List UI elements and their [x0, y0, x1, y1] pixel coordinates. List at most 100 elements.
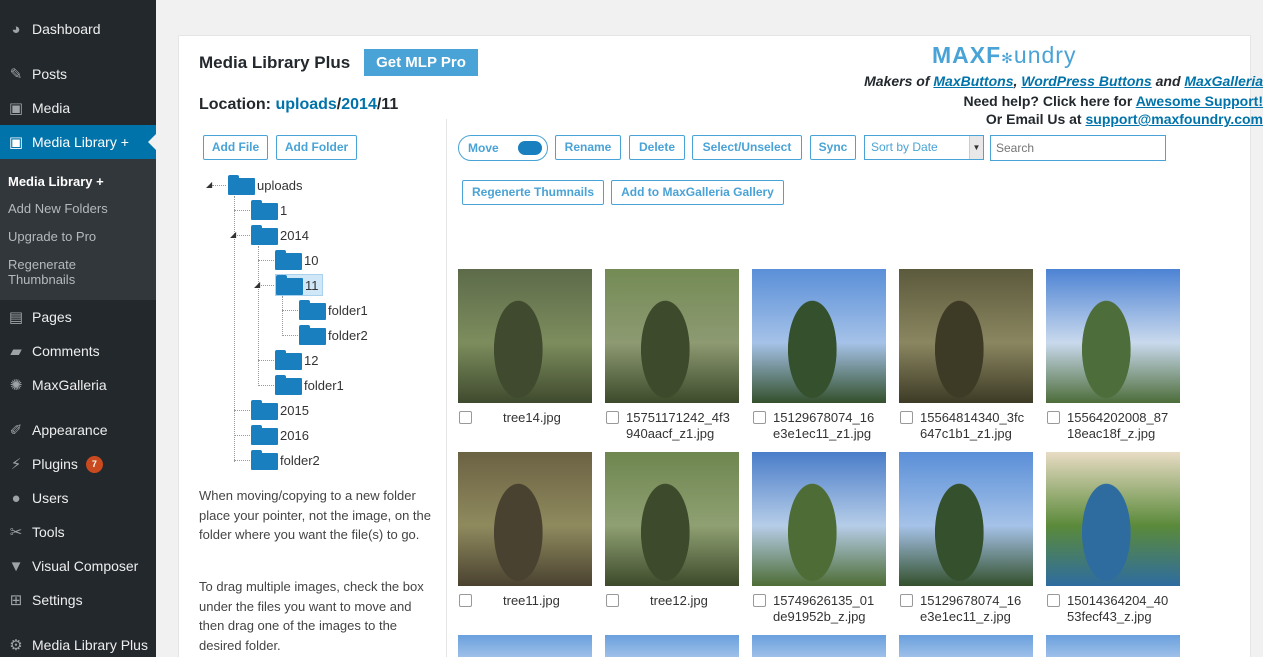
sidebar-item-plugins[interactable]: ⚡ Plugins 7: [0, 447, 156, 481]
image-select-checkbox[interactable]: [753, 411, 766, 424]
tree-folder[interactable]: 2015: [251, 399, 309, 421]
submenu-item[interactable]: Regenerate Thumbnails: [8, 257, 76, 287]
sort-select[interactable]: Sort by Date ▼: [864, 135, 984, 160]
image-select-checkbox[interactable]: [753, 594, 766, 607]
image-thumbnail[interactable]: [899, 269, 1033, 403]
sidebar-item-settings[interactable]: ⊞ Settings: [0, 583, 156, 617]
tree-folder[interactable]: 1: [251, 199, 287, 221]
breadcrumb-uploads[interactable]: uploads: [275, 96, 336, 113]
tree-folder[interactable]: uploads: [228, 174, 303, 196]
support-link[interactable]: Awesome Support!: [1136, 93, 1263, 109]
image-thumbnail[interactable]: [458, 269, 592, 403]
sidebar-item-visual-composer[interactable]: ▼ Visual Composer: [0, 549, 156, 583]
breadcrumb-2014[interactable]: 2014: [341, 96, 377, 113]
move-copy-toggle[interactable]: Move: [458, 135, 548, 161]
tree-folder[interactable]: 10: [275, 249, 318, 271]
image-select-checkbox[interactable]: [1047, 594, 1060, 607]
image-select-checkbox[interactable]: [606, 411, 619, 424]
tree-folder[interactable]: 12: [275, 349, 318, 371]
sidebar-item-appearance[interactable]: ✐ Appearance: [0, 413, 156, 447]
image-thumbnail[interactable]: [1046, 452, 1180, 586]
image-thumbnail[interactable]: [458, 635, 592, 657]
get-pro-button[interactable]: Get MLP Pro: [364, 49, 478, 76]
add-folder-button[interactable]: Add Folder: [276, 135, 357, 160]
tree-folder[interactable]: 11: [275, 274, 323, 296]
tree-folder[interactable]: folder1: [275, 374, 344, 396]
sidebar-item-pages[interactable]: ▤ Pages: [0, 300, 156, 334]
sidebar-item-label: Posts: [32, 66, 68, 82]
regenerate-thumbnails-button[interactable]: Regenerte Thumnails: [462, 180, 604, 205]
tree-connector: [258, 285, 274, 286]
tree-folder[interactable]: folder1: [299, 299, 368, 321]
rename-button[interactable]: Rename: [555, 135, 621, 160]
media-library-icon: ▣: [8, 134, 24, 151]
image-select-checkbox[interactable]: [900, 594, 913, 607]
image-select-checkbox[interactable]: [900, 411, 913, 424]
sidebar-item-media[interactable]: ▣ Media: [0, 91, 156, 125]
image-select-checkbox[interactable]: [606, 594, 619, 607]
folder-icon: [275, 375, 302, 395]
folder-icon: [228, 175, 255, 195]
maxgalleria-icon: ✺: [9, 377, 23, 394]
submenu-item[interactable]: Upgrade to Pro: [8, 229, 96, 244]
sort-select-value: Sort by Date: [871, 140, 938, 154]
sidebar-item-users[interactable]: ● Users: [0, 481, 156, 515]
image-thumbnail[interactable]: [752, 269, 886, 403]
maxgalleria-link[interactable]: MaxGalleria: [1184, 73, 1263, 89]
tree-folder[interactable]: folder2: [251, 449, 320, 471]
tree-folder-label: 2015: [280, 402, 309, 418]
search-input[interactable]: [990, 135, 1166, 161]
tree-folder[interactable]: 2016: [251, 424, 309, 446]
sidebar-item-comments[interactable]: ▰ Comments: [0, 334, 156, 368]
image-thumbnail[interactable]: [605, 635, 739, 657]
image-thumbnail[interactable]: [605, 452, 739, 586]
sidebar-item-media-library-plus[interactable]: ⚙ Media Library Plus: [0, 628, 156, 657]
sidebar-item-dashboard[interactable]: ◕ Dashboard: [0, 12, 156, 46]
image-select-checkbox[interactable]: [459, 594, 472, 607]
expand-arrow-icon[interactable]: ◢: [230, 230, 236, 239]
image-thumbnail[interactable]: [605, 269, 739, 403]
sidebar-item-maxgalleria[interactable]: ✺ MaxGalleria: [0, 368, 156, 402]
dashboard-icon: ◕: [11, 20, 21, 38]
submenu-item[interactable]: Media Library +: [8, 174, 104, 189]
logo-text-rest: undry: [1013, 42, 1077, 68]
pin-icon: ✎: [9, 66, 23, 83]
email-link[interactable]: support@maxfoundry.com: [1085, 111, 1263, 127]
pages-icon: ▤: [8, 309, 24, 326]
move-toggle-label: Move: [468, 141, 499, 155]
expand-arrow-icon[interactable]: ◢: [206, 180, 212, 189]
submenu-item[interactable]: Add New Folders: [8, 201, 108, 216]
sidebar-item-label: Dashboard: [32, 21, 101, 37]
sidebar-item-media-library[interactable]: ▣ Media Library +: [0, 125, 156, 159]
image-thumbnail[interactable]: [899, 452, 1033, 586]
sync-button[interactable]: Sync: [810, 135, 856, 160]
sidebar-item-tools[interactable]: ✂ Tools: [0, 515, 156, 549]
tree-folder[interactable]: folder2: [299, 324, 368, 346]
add-to-gallery-button[interactable]: Add to MaxGalleria Gallery: [611, 180, 784, 205]
image-thumbnail[interactable]: [752, 452, 886, 586]
image-filename: 15129678074_16 e3e1ec11_z1.jpg: [773, 410, 875, 441]
image-thumbnail[interactable]: [899, 635, 1033, 657]
wordpress-buttons-link[interactable]: WordPress Buttons: [1021, 73, 1151, 89]
select-unselect-button[interactable]: Select/Unselect: [692, 135, 802, 160]
settings-icon: ⊞: [9, 592, 23, 609]
image-thumbnail[interactable]: [1046, 635, 1180, 657]
makers-line: Makers of MaxButtons, WordPress Buttons …: [796, 73, 1263, 89]
image-thumbnail[interactable]: [458, 452, 592, 586]
image-select-checkbox[interactable]: [1047, 411, 1060, 424]
tree-folder[interactable]: 2014: [251, 224, 309, 246]
image-thumbnail[interactable]: [1046, 269, 1180, 403]
image-select-checkbox[interactable]: [459, 411, 472, 424]
help-text-drag: To drag multiple images, check the box u…: [199, 579, 424, 653]
tree-connector: [234, 435, 250, 436]
gear-icon: ⚙: [9, 637, 23, 654]
add-file-button[interactable]: Add File: [203, 135, 268, 160]
folder-icon: [275, 250, 302, 270]
expand-arrow-icon[interactable]: ◢: [254, 280, 260, 289]
maxbuttons-link[interactable]: MaxButtons: [933, 73, 1013, 89]
image-filename: tree14.jpg: [503, 410, 561, 425]
delete-button[interactable]: Delete: [629, 135, 685, 160]
image-thumbnail[interactable]: [752, 635, 886, 657]
tree-folder-label: folder2: [280, 452, 320, 468]
sidebar-item-posts[interactable]: ✎ Posts: [0, 57, 156, 91]
